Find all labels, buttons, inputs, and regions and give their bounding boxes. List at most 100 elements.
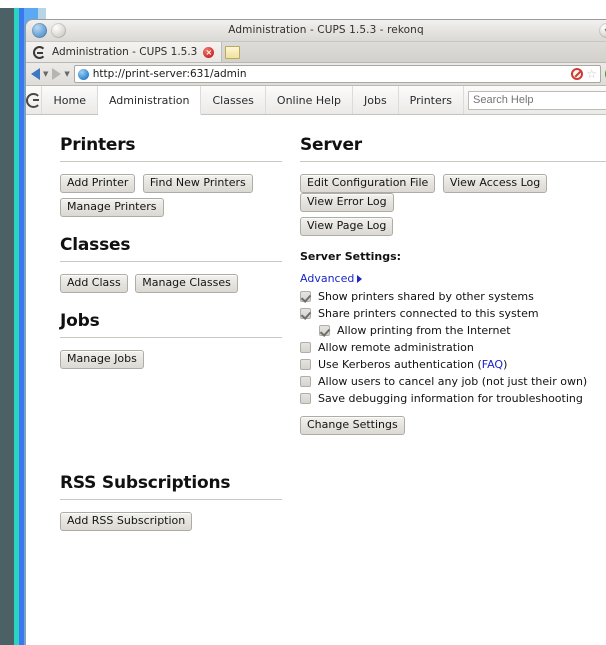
jobs-section: Jobs Manage Jobs — [60, 311, 282, 369]
option-allow-internet-printing[interactable]: Allow printing from the Internet — [300, 324, 606, 337]
checkbox-icon[interactable] — [300, 342, 311, 353]
checkbox-icon[interactable] — [300, 376, 311, 387]
add-printer-button[interactable]: Add Printer — [60, 174, 136, 193]
tab-printers-label: Printers — [409, 93, 452, 107]
option-label: Share printers connected to this system — [318, 307, 539, 320]
server-button-row-2: View Page Log — [300, 217, 606, 236]
tab-classes[interactable]: Classes — [201, 86, 266, 114]
option-allow-remote-administration[interactable]: Allow remote administration — [300, 341, 606, 354]
option-label: Allow remote administration — [318, 341, 474, 354]
option-save-debugging-information[interactable]: Save debugging information for troublesh… — [300, 392, 606, 405]
rss-rule — [60, 499, 282, 500]
manage-printers-button[interactable]: Manage Printers — [60, 198, 164, 217]
forward-arrow-icon[interactable] — [52, 68, 62, 80]
browser-toolbar: ▼ ▼ http://print-server:631/admin ☆ — [26, 63, 606, 86]
manage-jobs-button[interactable]: Manage Jobs — [60, 350, 144, 369]
chevron-down-icon[interactable]: ▾ — [599, 23, 606, 38]
manage-classes-button[interactable]: Manage Classes — [135, 274, 238, 293]
view-access-log-button[interactable]: View Access Log — [442, 174, 548, 193]
url-text: http://print-server:631/admin — [92, 68, 247, 80]
tab-home[interactable]: Home — [42, 86, 98, 114]
back-history-chevron-icon[interactable]: ▼ — [43, 70, 48, 78]
rss-button-row: Add RSS Subscription — [60, 512, 282, 531]
web-page-content: Home Administration Classes Online Help … — [26, 86, 606, 645]
tab-online-help-label: Online Help — [276, 93, 341, 107]
add-class-button[interactable]: Add Class — [60, 274, 128, 293]
noscript-icon[interactable] — [571, 68, 584, 80]
tab-printers[interactable]: Printers — [399, 86, 464, 114]
option-share-printers[interactable]: Share printers connected to this system — [300, 307, 606, 320]
printers-section: Printers Add Printer Find New Printers M… — [60, 135, 282, 217]
cups-logo-icon[interactable] — [26, 86, 43, 114]
globe-icon — [77, 68, 89, 80]
back-arrow-icon[interactable] — [31, 68, 40, 80]
server-rule — [300, 161, 606, 162]
close-icon[interactable]: × — [203, 46, 215, 58]
option-allow-users-cancel-jobs[interactable]: Allow users to cancel any job (not just … — [300, 375, 606, 388]
tab-administration-label: Administration — [108, 93, 190, 107]
option-label: Save debugging information for troublesh… — [318, 392, 583, 405]
classes-button-row: Add Class Manage Classes — [60, 274, 282, 293]
browser-tab[interactable]: Administration - CUPS 1.5.3 × — [26, 42, 223, 62]
browser-window: Administration - CUPS 1.5.3 - rekonq ▾ A… — [26, 20, 606, 645]
url-input[interactable]: http://print-server:631/admin ☆ — [73, 65, 601, 83]
tab-jobs[interactable]: Jobs — [353, 86, 399, 114]
rss-heading: RSS Subscriptions — [60, 473, 231, 493]
search-input[interactable] — [468, 90, 606, 110]
window-titlebar: Administration - CUPS 1.5.3 - rekonq ▾ — [26, 20, 606, 42]
view-error-log-button[interactable]: View Error Log — [300, 193, 394, 212]
option-kerberos-authentication[interactable]: Use Kerberos authentication (FAQ) — [300, 358, 606, 371]
change-settings-button[interactable]: Change Settings — [300, 416, 405, 435]
star-icon[interactable]: ☆ — [586, 68, 597, 80]
url-action-icons: ☆ — [571, 68, 597, 80]
edit-configuration-file-button[interactable]: Edit Configuration File — [300, 174, 436, 193]
printers-rule — [60, 161, 282, 162]
view-page-log-button[interactable]: View Page Log — [300, 217, 394, 236]
cups-navigation-bar: Home Administration Classes Online Help … — [26, 86, 606, 115]
left-column: Printers Add Printer Find New Printers M… — [60, 135, 282, 453]
server-heading: Server — [300, 135, 362, 155]
printers-button-row-2: Manage Printers — [60, 198, 282, 217]
find-new-printers-button[interactable]: Find New Printers — [142, 174, 253, 193]
glow-layer-outer — [0, 8, 14, 645]
option-label: Allow users to cancel any job (not just … — [318, 375, 588, 388]
checkbox-icon[interactable] — [300, 393, 311, 404]
option-show-shared-printers[interactable]: Show printers shared by other systems — [300, 290, 606, 303]
new-tab-icon[interactable] — [225, 45, 241, 59]
rss-subscriptions-section: RSS Subscriptions Add RSS Subscription — [26, 453, 292, 531]
desktop-background: Administration - CUPS 1.5.3 - rekonq ▾ A… — [0, 0, 606, 645]
classes-section: Classes Add Class Manage Classes — [60, 235, 282, 293]
printers-heading: Printers — [60, 135, 136, 155]
classes-rule — [60, 261, 282, 262]
checkbox-icon[interactable] — [300, 308, 311, 319]
advanced-link-label: Advanced — [300, 272, 355, 285]
change-settings-row: Change Settings — [300, 416, 606, 435]
option-label: Use Kerberos authentication ( — [318, 358, 482, 371]
server-settings-label: Server Settings: — [300, 250, 402, 263]
option-label-suffix: ) — [503, 358, 508, 371]
window-title: Administration - CUPS 1.5.3 - rekonq — [228, 24, 424, 36]
advanced-toggle[interactable]: Advanced — [300, 272, 606, 290]
right-column: Server Edit Configuration File View Acce… — [300, 135, 606, 453]
cups-logo-glyph — [26, 92, 42, 108]
printers-button-row-1: Add Printer Find New Printers — [60, 174, 282, 193]
tab-home-label: Home — [53, 93, 86, 107]
faq-link[interactable]: FAQ — [482, 358, 503, 371]
checkbox-icon[interactable] — [300, 291, 311, 302]
server-button-row-1: Edit Configuration File View Access Log … — [300, 174, 606, 212]
tab-jobs-label: Jobs — [363, 93, 387, 107]
jobs-heading: Jobs — [60, 311, 100, 331]
tab-administration[interactable]: Administration — [97, 86, 202, 115]
checkbox-icon[interactable] — [300, 359, 311, 370]
checkbox-icon[interactable] — [319, 325, 330, 336]
admin-columns: Printers Add Printer Find New Printers M… — [26, 115, 606, 453]
tab-classes-label: Classes — [212, 93, 254, 107]
option-label: Allow printing from the Internet — [337, 324, 511, 337]
tab-online-help[interactable]: Online Help — [266, 86, 353, 114]
add-rss-subscription-button[interactable]: Add RSS Subscription — [60, 512, 193, 531]
server-section: Server Edit Configuration File View Acce… — [300, 135, 606, 435]
titlebar-right-icons[interactable]: ▾ — [599, 23, 606, 38]
forward-history-chevron-icon[interactable]: ▼ — [64, 70, 69, 78]
option-label: Show printers shared by other systems — [318, 290, 534, 303]
rekonq-icon — [33, 45, 46, 59]
